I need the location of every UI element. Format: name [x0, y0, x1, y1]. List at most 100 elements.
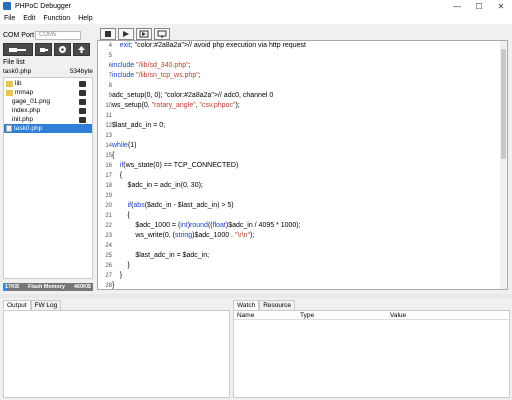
file-state-icon: [79, 80, 86, 87]
code-text: {: [112, 212, 130, 219]
memory-total: 460KB: [73, 284, 91, 290]
tab-fw-log[interactable]: FW Log: [30, 300, 62, 310]
menu-function[interactable]: Function: [39, 15, 74, 22]
code-line: 4 exit; "color:#2a8a2a">// avoid php exe…: [98, 41, 498, 51]
line-number: 20: [105, 203, 112, 209]
minimize-button[interactable]: —: [446, 0, 468, 12]
line-number: 4: [108, 43, 112, 49]
tree-item-init-php[interactable]: init.php: [4, 115, 92, 124]
code-line: 27 }: [98, 271, 498, 281]
flash-memory-text: 17KB Flash Memory 460KB: [3, 284, 93, 290]
line-number: 27: [105, 273, 112, 279]
code-text: $adc_1000 = (int)round((float)$adc_in / …: [112, 222, 301, 229]
code-line: 25 $last_adc_in = $adc_in;: [98, 251, 498, 261]
tree-item-label: mmap: [15, 89, 34, 96]
menu-file[interactable]: File: [0, 15, 19, 22]
code-text: ws_setup(0, "rotary_angle", "csv.phpoc")…: [112, 102, 240, 109]
step-icon: [139, 30, 149, 38]
code-text: include "/lib/sd_340.php";: [112, 62, 191, 69]
tab-resource[interactable]: Resource: [259, 300, 296, 310]
code-line: 20 if(abs($adc_in - $last_adc_in) > 5): [98, 201, 498, 211]
sidebar: COM Port COM5 File list task0.php 534byt…: [0, 24, 96, 294]
code-text: }: [112, 262, 130, 269]
tree-item-mmap[interactable]: mmap: [4, 88, 92, 97]
code-line: 7 include "/lib/sn_tcp_ws.php";: [98, 71, 498, 81]
code-line: 16 if(ws_state(0) == TCP_CONNECTED): [98, 161, 498, 171]
project-name: task0.php: [3, 68, 32, 75]
code-editor[interactable]: 4 exit; "color:#2a8a2a">// avoid php exe…: [97, 40, 508, 290]
window-title: PHPoC Debugger: [15, 2, 72, 10]
file-state-icon: [79, 98, 86, 105]
maximize-button[interactable]: ☐: [468, 0, 490, 12]
watch-panel: Watch Resource Name Type Value: [233, 300, 510, 398]
output-tabs: Output FW Log: [3, 300, 230, 310]
tree-item-index-php[interactable]: index.php: [4, 106, 92, 115]
menu-edit[interactable]: Edit: [19, 15, 39, 22]
code-text: $adc_in = adc_in(0, 30);: [112, 182, 203, 189]
code-line: 26 }: [98, 261, 498, 271]
plug-icon: [9, 47, 26, 52]
panel-divider[interactable]: [0, 294, 512, 298]
tree-item-label: gage_01.png: [12, 98, 50, 105]
watch-col-type[interactable]: Type: [300, 312, 390, 319]
disconnect-button[interactable]: [35, 43, 52, 56]
com-port-select[interactable]: COM5: [35, 30, 81, 40]
code-text: exit; "color:#2a8a2a">// avoid php execu…: [119, 42, 306, 49]
code-line: 10 ws_setup(0, "rotary_angle", "csv.phpoc…: [98, 101, 498, 111]
step-button[interactable]: [136, 28, 152, 40]
upload-button[interactable]: [73, 43, 90, 56]
close-button[interactable]: ✕: [490, 0, 512, 12]
tree-item-label: task0.php: [14, 125, 43, 132]
line-number: 12: [105, 123, 112, 129]
run-button[interactable]: [118, 28, 134, 40]
code-line: 12 $last_adc_in = 0;: [98, 121, 498, 131]
code-line: 18 $adc_in = adc_in(0, 30);: [98, 181, 498, 191]
code-line: 21 {: [98, 211, 498, 221]
menu-help[interactable]: Help: [74, 15, 96, 22]
tree-item-lib[interactable]: lib: [4, 79, 92, 88]
file-state-icon: [79, 107, 86, 114]
line-number: 15: [105, 153, 112, 159]
file-state-icon: [79, 89, 86, 96]
line-number: 23: [105, 233, 112, 239]
settings-button[interactable]: [54, 43, 71, 56]
flash-memory-bar: 17KB Flash Memory 460KB: [3, 283, 93, 291]
monitor-button[interactable]: [154, 28, 170, 40]
memory-label: Flash Memory: [27, 284, 65, 290]
com-port-label: COM Port: [3, 31, 35, 39]
tree-item-label: lib: [15, 80, 22, 87]
tree-item-gage-png[interactable]: gage_01.png: [4, 97, 92, 106]
line-number: 8: [108, 83, 112, 89]
connect-button[interactable]: [3, 43, 33, 56]
line-number: 24: [105, 243, 112, 249]
line-number: 17: [105, 173, 112, 179]
code-line: 23 ws_write(0, (string)$adc_1000 . "\r\n…: [98, 231, 498, 241]
tree-item-label: index.php: [12, 107, 41, 114]
code-line: 14 while(1): [98, 141, 498, 151]
stop-button[interactable]: [100, 28, 116, 40]
output-panel: Output FW Log: [3, 300, 230, 398]
app-icon: [3, 2, 11, 10]
watch-col-value[interactable]: Value: [390, 312, 490, 319]
line-number: 26: [105, 263, 112, 269]
unplug-icon: [39, 47, 48, 52]
code-line: 19: [98, 191, 498, 201]
monitor-icon: [157, 30, 167, 38]
tree-item-task0-php[interactable]: task0.php: [4, 124, 92, 133]
title-bar: PHPoC Debugger — ☐ ✕: [0, 0, 512, 12]
code-line: 5: [98, 51, 498, 61]
editor-scroll-thumb[interactable]: [501, 49, 506, 159]
code-line: 11: [98, 111, 498, 121]
line-number: 14: [105, 143, 112, 149]
line-number: 16: [105, 163, 112, 169]
tab-watch[interactable]: Watch: [233, 300, 260, 310]
tab-output[interactable]: Output: [3, 300, 31, 310]
editor-scrollbar[interactable]: [500, 41, 507, 289]
code-text: {: [112, 172, 123, 179]
play-icon: [123, 31, 129, 37]
code-line: 9 adc_setup(0, 0); "color:#2a8a2a">// adc…: [98, 91, 498, 101]
code-text: include "/lib/sn_tcp_ws.php";: [112, 72, 201, 79]
watch-col-name[interactable]: Name: [234, 312, 300, 319]
window-controls: — ☐ ✕: [446, 0, 512, 12]
memory-used: 17KB: [5, 284, 20, 290]
